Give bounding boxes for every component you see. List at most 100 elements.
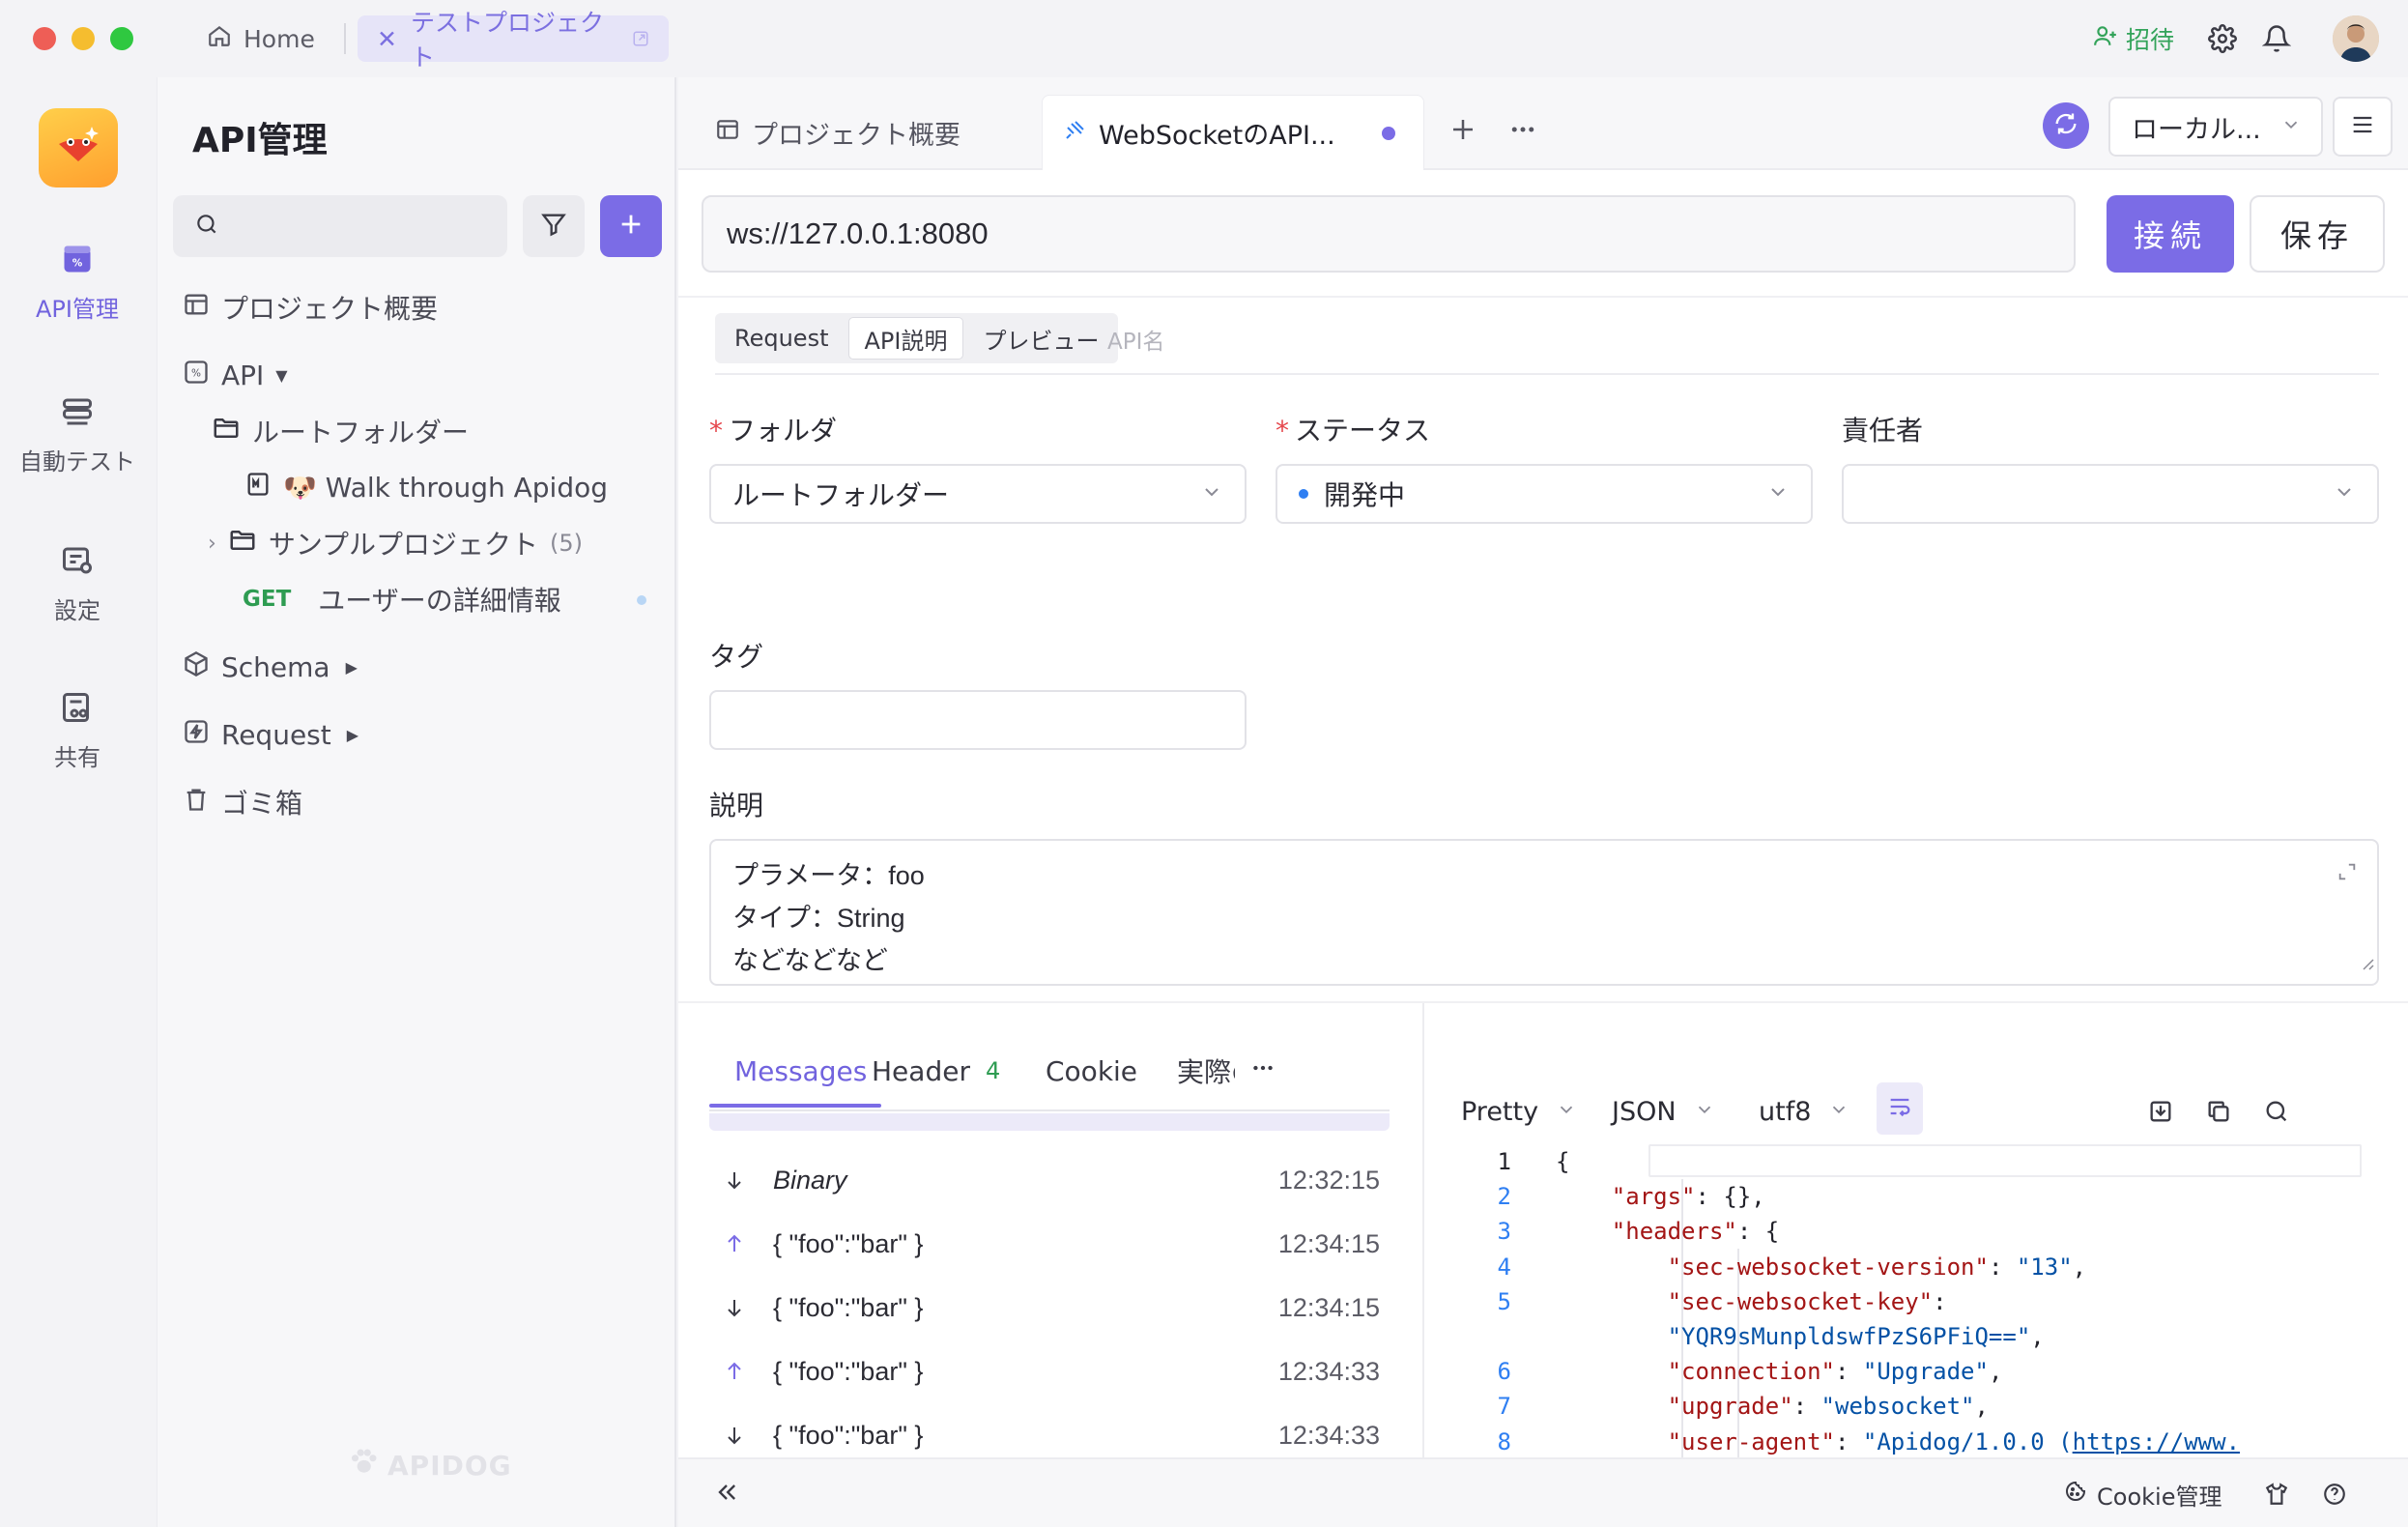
add-button[interactable]: [600, 195, 662, 257]
resize-handle-icon[interactable]: [2360, 941, 2375, 984]
search-input[interactable]: [231, 213, 502, 240]
panel-splitter[interactable]: [1422, 1003, 1424, 1527]
environment-sync-button[interactable]: [2043, 102, 2089, 149]
segment-preview[interactable]: プレビュー: [967, 317, 1114, 360]
theme-icon[interactable]: [2257, 1475, 2296, 1513]
rail-item-share[interactable]: 共有: [0, 688, 155, 772]
tree-item-root-folder[interactable]: ルートフォルダー: [212, 410, 469, 452]
description-line: タイプ：String: [732, 904, 905, 933]
save-button[interactable]: 保存: [2250, 195, 2385, 273]
panel-divider: [678, 1001, 2408, 1003]
tab-header[interactable]: Header 4: [872, 1044, 1000, 1098]
message-row-partial[interactable]: [709, 1113, 1390, 1131]
tree-item-api[interactable]: % API ▼: [183, 354, 288, 396]
rail-item-settings[interactable]: 設定: [0, 541, 155, 625]
bell-icon[interactable]: [2257, 19, 2296, 58]
window-maximize-button[interactable]: [110, 27, 133, 50]
arrow-up-icon: [717, 1232, 752, 1255]
cookie-manager-label: Cookie管理: [2097, 1483, 2222, 1511]
code-line: 5 "sec-websocket-key":: [1451, 1284, 1947, 1319]
caret-right-icon: ▶: [346, 725, 359, 744]
folder-select[interactable]: ルートフォルダー: [709, 464, 1247, 524]
download-icon[interactable]: [2141, 1092, 2180, 1131]
expand-icon[interactable]: [2336, 852, 2358, 895]
message-row[interactable]: { "foo":"bar" } 12:34:33: [709, 1340, 1390, 1403]
message-text: { "foo":"bar" }: [773, 1420, 924, 1450]
avatar[interactable]: [2333, 15, 2379, 62]
connect-button[interactable]: 接続: [2107, 195, 2234, 273]
tag-input[interactable]: [709, 690, 1247, 750]
format-select[interactable]: Pretty: [1461, 1088, 1577, 1135]
line-number: 1: [1497, 1148, 1511, 1175]
tree-item-trash[interactable]: ゴミ箱: [183, 781, 302, 823]
project-tab[interactable]: ✕ テストプロジェクト: [358, 9, 669, 72]
search-icon[interactable]: [2257, 1092, 2296, 1131]
window-close-button[interactable]: [33, 27, 56, 50]
collapse-sidebar-button[interactable]: [707, 1475, 746, 1513]
line-number: 7: [1497, 1393, 1511, 1421]
encoding-select[interactable]: utf8: [1759, 1088, 1849, 1135]
tab-actual-request[interactable]: 実際の: [1177, 1044, 1235, 1098]
tab-project-overview[interactable]: プロジェクト概要: [678, 95, 1042, 170]
tab-cookie[interactable]: Cookie: [1046, 1044, 1137, 1098]
new-tab-button[interactable]: [1442, 112, 1484, 155]
tree-item-project-overview[interactable]: プロジェクト概要: [183, 286, 438, 329]
more-icon: [1508, 114, 1537, 153]
more-tabs-button[interactable]: [1502, 112, 1544, 155]
settings-icon: [58, 541, 97, 580]
home-tab[interactable]: Home: [207, 19, 315, 58]
owner-select[interactable]: [1842, 464, 2379, 524]
rail-item-api[interactable]: % API管理: [0, 240, 155, 324]
message-row[interactable]: { "foo":"bar" } 12:34:15: [709, 1212, 1390, 1276]
status-select[interactable]: 開発中: [1276, 464, 1813, 524]
segment-request[interactable]: Request: [719, 317, 845, 360]
content-type-select[interactable]: JSON: [1612, 1088, 1715, 1135]
rail-item-auto-test[interactable]: 自動テスト: [0, 392, 155, 476]
chevron-down-icon: [2280, 112, 2302, 142]
header-count-badge: 4: [985, 1057, 1001, 1084]
tab-websocket-api[interactable]: WebSocketのAPI...: [1042, 95, 1424, 170]
tree-item-label: ルートフォルダー: [252, 417, 470, 448]
message-text: { "foo":"bar" }: [773, 1292, 924, 1322]
window-minimize-button[interactable]: [72, 27, 95, 50]
invite-button[interactable]: 招待: [2093, 19, 2174, 58]
help-icon[interactable]: [2315, 1475, 2354, 1513]
title-bar: Home ✕ テストプロジェクト 招待: [0, 0, 2408, 77]
more-tabs-button[interactable]: [1250, 1044, 1276, 1098]
message-row[interactable]: { "foo":"bar" } 12:34:15: [709, 1276, 1390, 1340]
tree-item-walk-through[interactable]: 🐶 Walk through Apidog: [244, 466, 608, 508]
chevron-down-icon: [1694, 1097, 1715, 1127]
caret-right-icon: ▶: [345, 657, 358, 677]
api-name-input[interactable]: API名: [1107, 323, 1164, 356]
message-row[interactable]: Binary 12:32:15: [709, 1148, 1390, 1212]
filter-button[interactable]: [523, 195, 585, 257]
svg-text:%: %: [191, 367, 201, 379]
arrow-down-icon: [717, 1168, 752, 1192]
tree-item-sample-project[interactable]: › サンプルプロジェクト (5): [208, 522, 583, 564]
plus-icon: [1448, 114, 1477, 153]
search-field[interactable]: [173, 195, 507, 257]
close-icon[interactable]: ✕: [377, 25, 397, 53]
tree-item-user-detail[interactable]: GET ユーザーの詳細情報: [243, 578, 561, 620]
tab-label: WebSocketのAPI...: [1099, 121, 1335, 151]
tab-messages[interactable]: Messages: [734, 1044, 867, 1098]
description-textarea[interactable]: プラメータ：foo タイプ：String などなどなど: [709, 839, 2379, 986]
cookie-manager-button[interactable]: Cookie管理: [2064, 1475, 2222, 1513]
main-panel: プロジェクト概要 WebSocketのAPI... ローカル... ws://1…: [678, 77, 2408, 1527]
copy-icon[interactable]: [2199, 1092, 2238, 1131]
word-wrap-button[interactable]: [1877, 1082, 1923, 1135]
environment-select[interactable]: ローカル...: [2108, 97, 2323, 157]
tree-item-request[interactable]: Request ▶: [183, 713, 358, 756]
open-external-icon[interactable]: [632, 25, 649, 53]
code-line: 8 "user-agent": "Apidog/1.0.0 (https://w…: [1451, 1425, 2240, 1459]
tree-item-schema[interactable]: Schema ▶: [183, 646, 358, 688]
arrow-up-icon: [717, 1360, 752, 1383]
code-text: "sec-websocket-key":: [1667, 1287, 1947, 1315]
segment-api-description[interactable]: API説明: [847, 317, 964, 360]
menu-button[interactable]: [2333, 97, 2393, 157]
gear-icon[interactable]: [2203, 19, 2242, 58]
format-value: Pretty: [1461, 1096, 1539, 1127]
url-input[interactable]: ws://127.0.0.1:8080: [702, 195, 2076, 273]
message-tabs: Messages Header4 Cookie 実際の: [709, 1044, 2070, 1108]
folder-icon: [212, 414, 241, 449]
